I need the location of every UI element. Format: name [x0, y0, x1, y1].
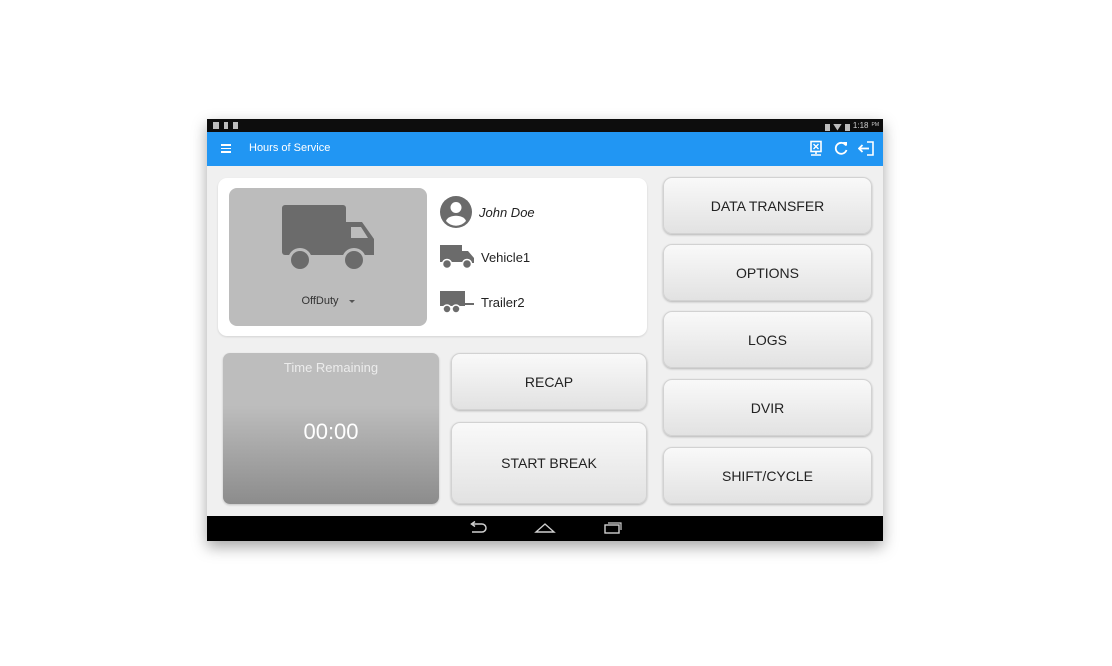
back-icon[interactable]: [468, 521, 488, 535]
navigation-bar: [207, 516, 883, 541]
time-remaining-card: Time Remaining 00:00: [223, 353, 439, 504]
driver-avatar-icon: [440, 196, 472, 228]
duty-status-selector[interactable]: OffDuty: [229, 188, 427, 326]
time-remaining-label: Time Remaining: [283, 360, 379, 375]
time-remaining-value: 00:00: [303, 419, 359, 444]
clock: 1:18: [852, 121, 869, 130]
driver-row: John Doe: [439, 195, 535, 229]
dropdown-caret-icon: [348, 299, 355, 303]
duty-status-label: OffDuty: [301, 295, 339, 307]
app-bar: Hours of Service: [207, 132, 883, 166]
clock-ampm: PM: [871, 122, 880, 128]
notification-icon: [213, 122, 219, 129]
driver-name: John Doe: [479, 204, 535, 220]
main-content: OffDuty John Doe Vehicle1 Trailer2 Time …: [207, 166, 883, 516]
shift-cycle-button[interactable]: SHIFT/CYCLE: [663, 447, 872, 504]
app-title: Hours of Service: [249, 142, 331, 154]
data-transfer-icon[interactable]: [808, 140, 825, 157]
data-transfer-button[interactable]: DATA TRANSFER: [663, 177, 872, 234]
vehicle-row: Vehicle1: [439, 244, 530, 270]
options-button[interactable]: OPTIONS: [663, 244, 872, 301]
recents-icon[interactable]: [603, 521, 623, 535]
app-bar-actions: [808, 140, 875, 157]
trailer-row: Trailer2: [439, 289, 525, 315]
duty-status-dropdown[interactable]: OffDuty: [229, 295, 427, 307]
refresh-icon[interactable]: [833, 140, 850, 157]
battery-icon: [844, 123, 850, 131]
logout-icon[interactable]: [858, 140, 875, 157]
location-icon: [824, 123, 830, 131]
home-icon[interactable]: [534, 521, 556, 535]
wifi-icon: [832, 123, 842, 131]
logs-button[interactable]: LOGS: [663, 311, 872, 368]
usb-icon: [224, 122, 228, 129]
menu-icon[interactable]: [221, 144, 231, 153]
system-icons: 1:18 PM: [824, 119, 880, 132]
truck-icon: [282, 205, 374, 272]
dvir-button[interactable]: DVIR: [663, 379, 872, 436]
driver-info-card: OffDuty John Doe Vehicle1 Trailer2: [218, 178, 647, 336]
sd-card-icon: [233, 122, 238, 129]
notification-icons: [213, 119, 238, 129]
vehicle-name: Vehicle1: [481, 249, 531, 265]
recap-button[interactable]: RECAP: [451, 353, 647, 410]
trailer-name: Trailer2: [481, 294, 525, 310]
status-bar: 1:18 PM: [207, 119, 883, 132]
start-break-button[interactable]: START BREAK: [451, 422, 647, 504]
trailer-icon: [440, 291, 474, 314]
vehicle-truck-icon: [440, 245, 474, 270]
tablet-screen: 1:18 PM Hours of Service OffDuty John Do…: [207, 119, 883, 541]
